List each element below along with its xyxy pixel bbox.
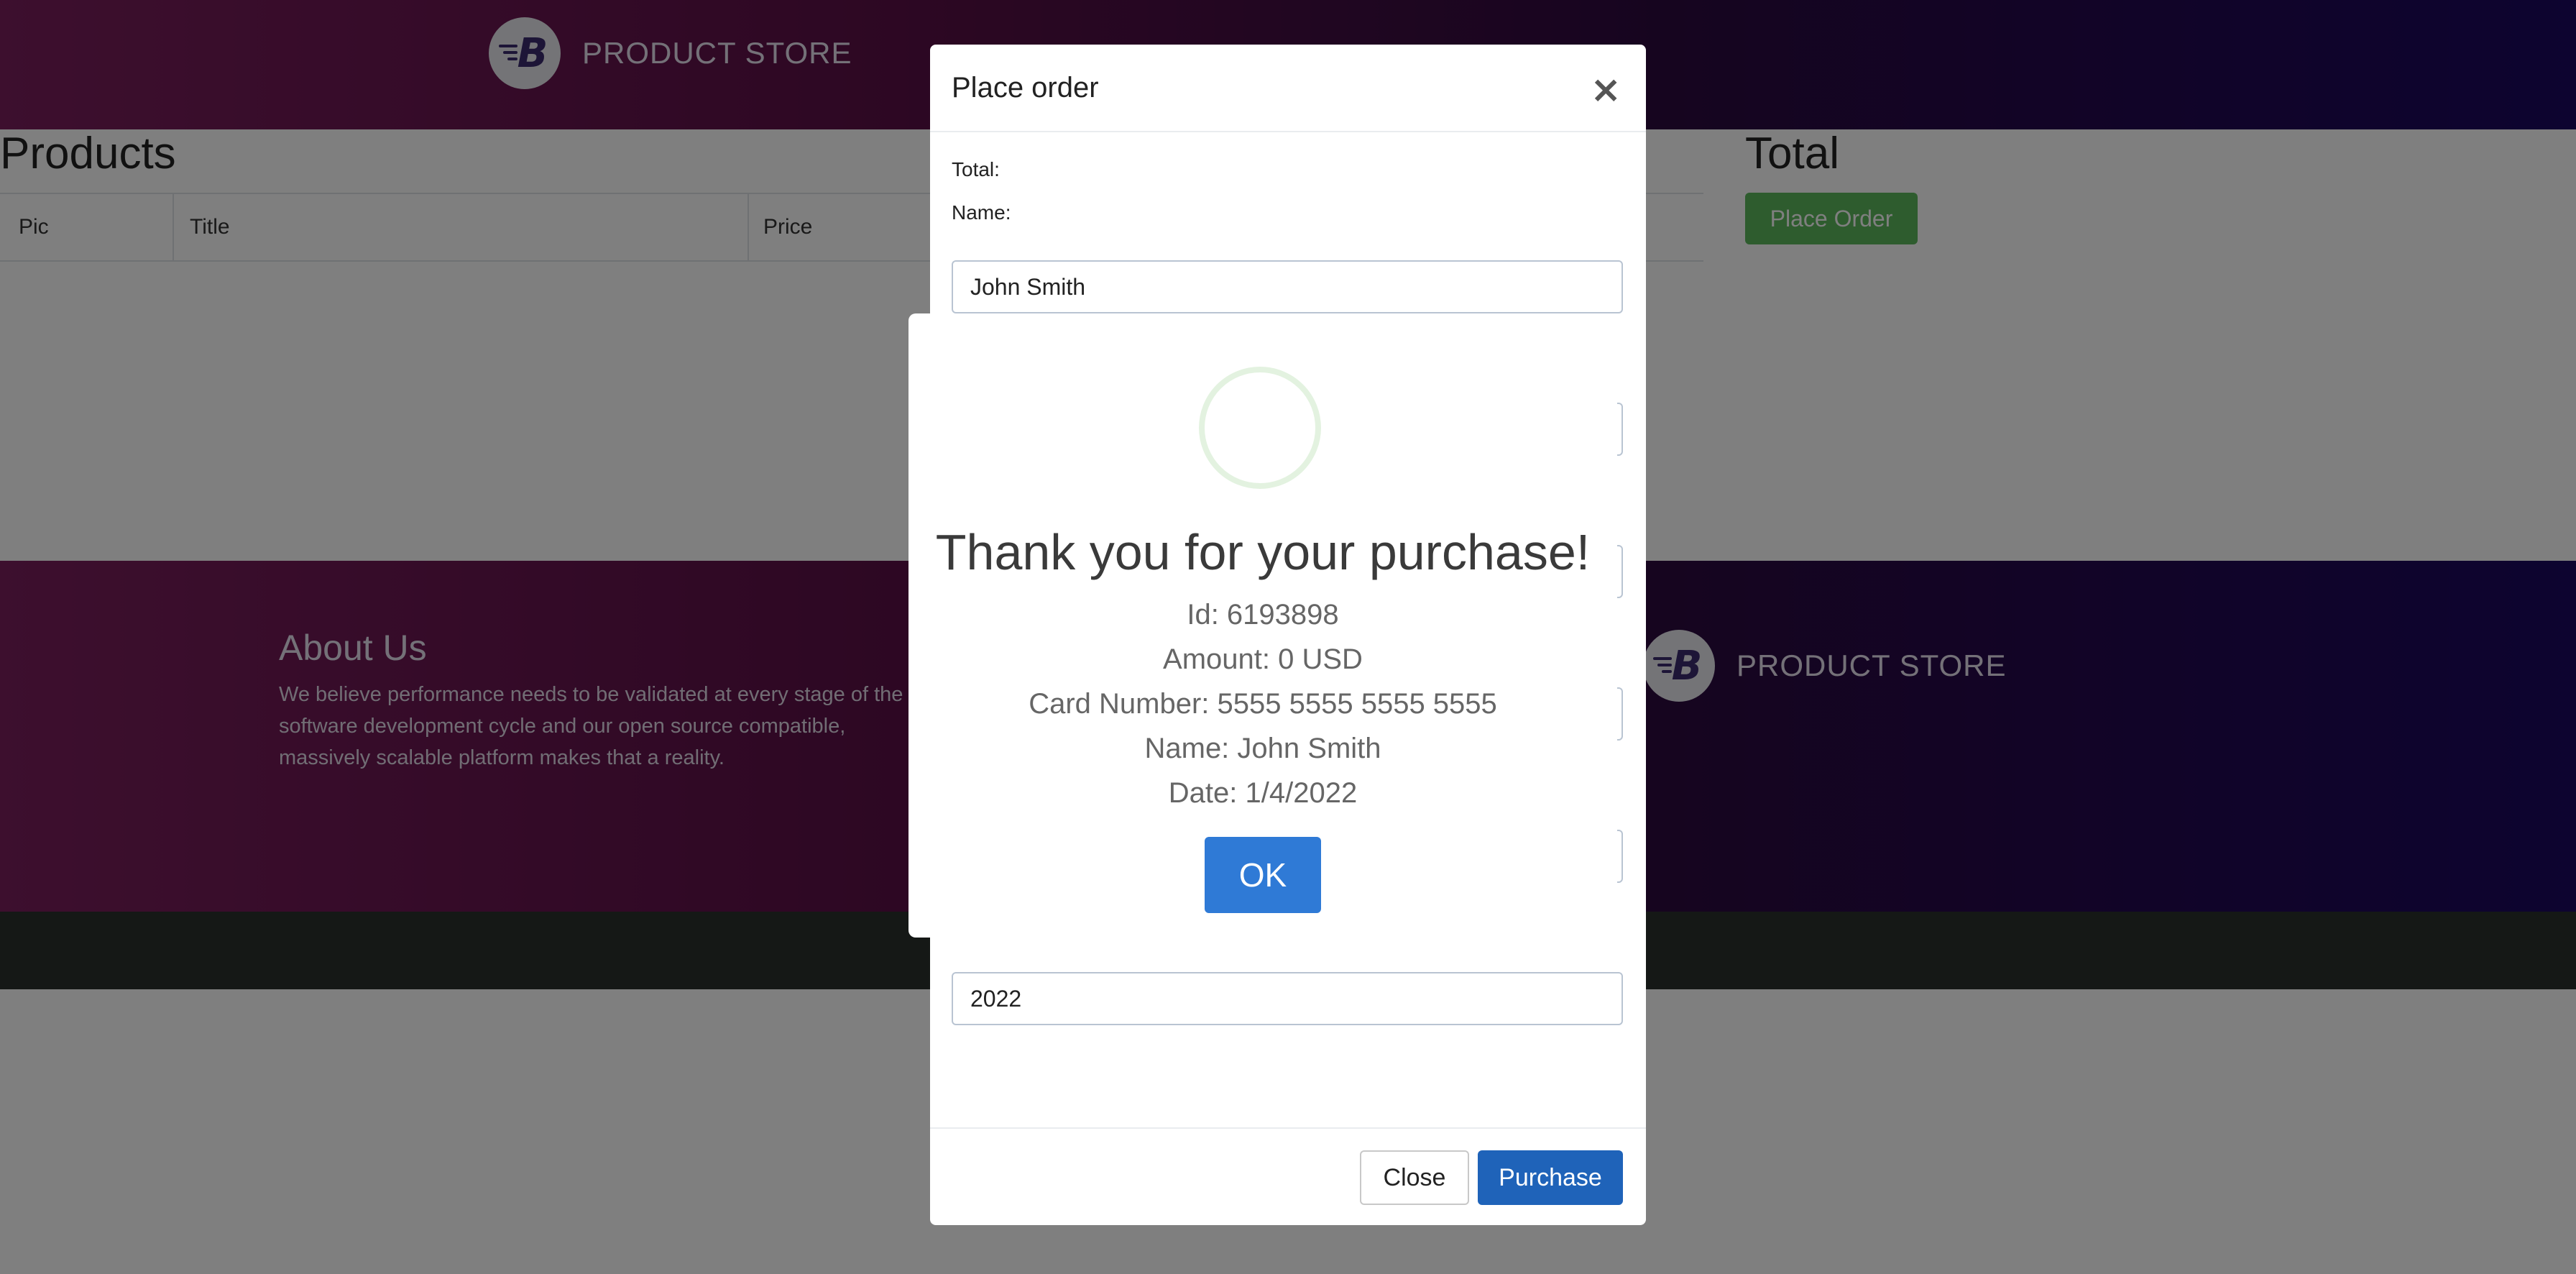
alert-title: Thank you for your purchase! [935,524,1591,580]
year-field[interactable] [952,972,1623,1025]
ok-button[interactable]: OK [1205,837,1321,913]
name-label: Name: [952,201,1011,224]
order-date: Date: 1/4/2022 [1168,777,1358,809]
alert-details: Id: 6193898 Amount: 0 USD Card Number: 5… [908,592,1617,815]
order-amount: Amount: 0 USD [1163,643,1363,675]
modal-title: Place order [952,72,1099,104]
order-id: Id: 6193898 [1187,599,1339,631]
modal-footer: Close Purchase [930,1127,1646,1225]
success-icon [1199,367,1321,489]
close-icon[interactable]: × [1586,68,1626,112]
purchase-success-alert: Thank you for your purchase! Id: 6193898… [908,313,1617,938]
order-card-number: Card Number: 5555 5555 5555 5555 [1029,688,1497,720]
page: B PRODUCT STORE Products Pic Title Price… [0,0,2576,1274]
purchase-button[interactable]: Purchase [1478,1150,1623,1205]
order-name: Name: John Smith [1144,733,1381,764]
name-field[interactable] [952,260,1623,313]
close-button[interactable]: Close [1360,1150,1469,1205]
total-label: Total: [952,158,1000,180]
modal-header: Place order × [930,45,1646,132]
